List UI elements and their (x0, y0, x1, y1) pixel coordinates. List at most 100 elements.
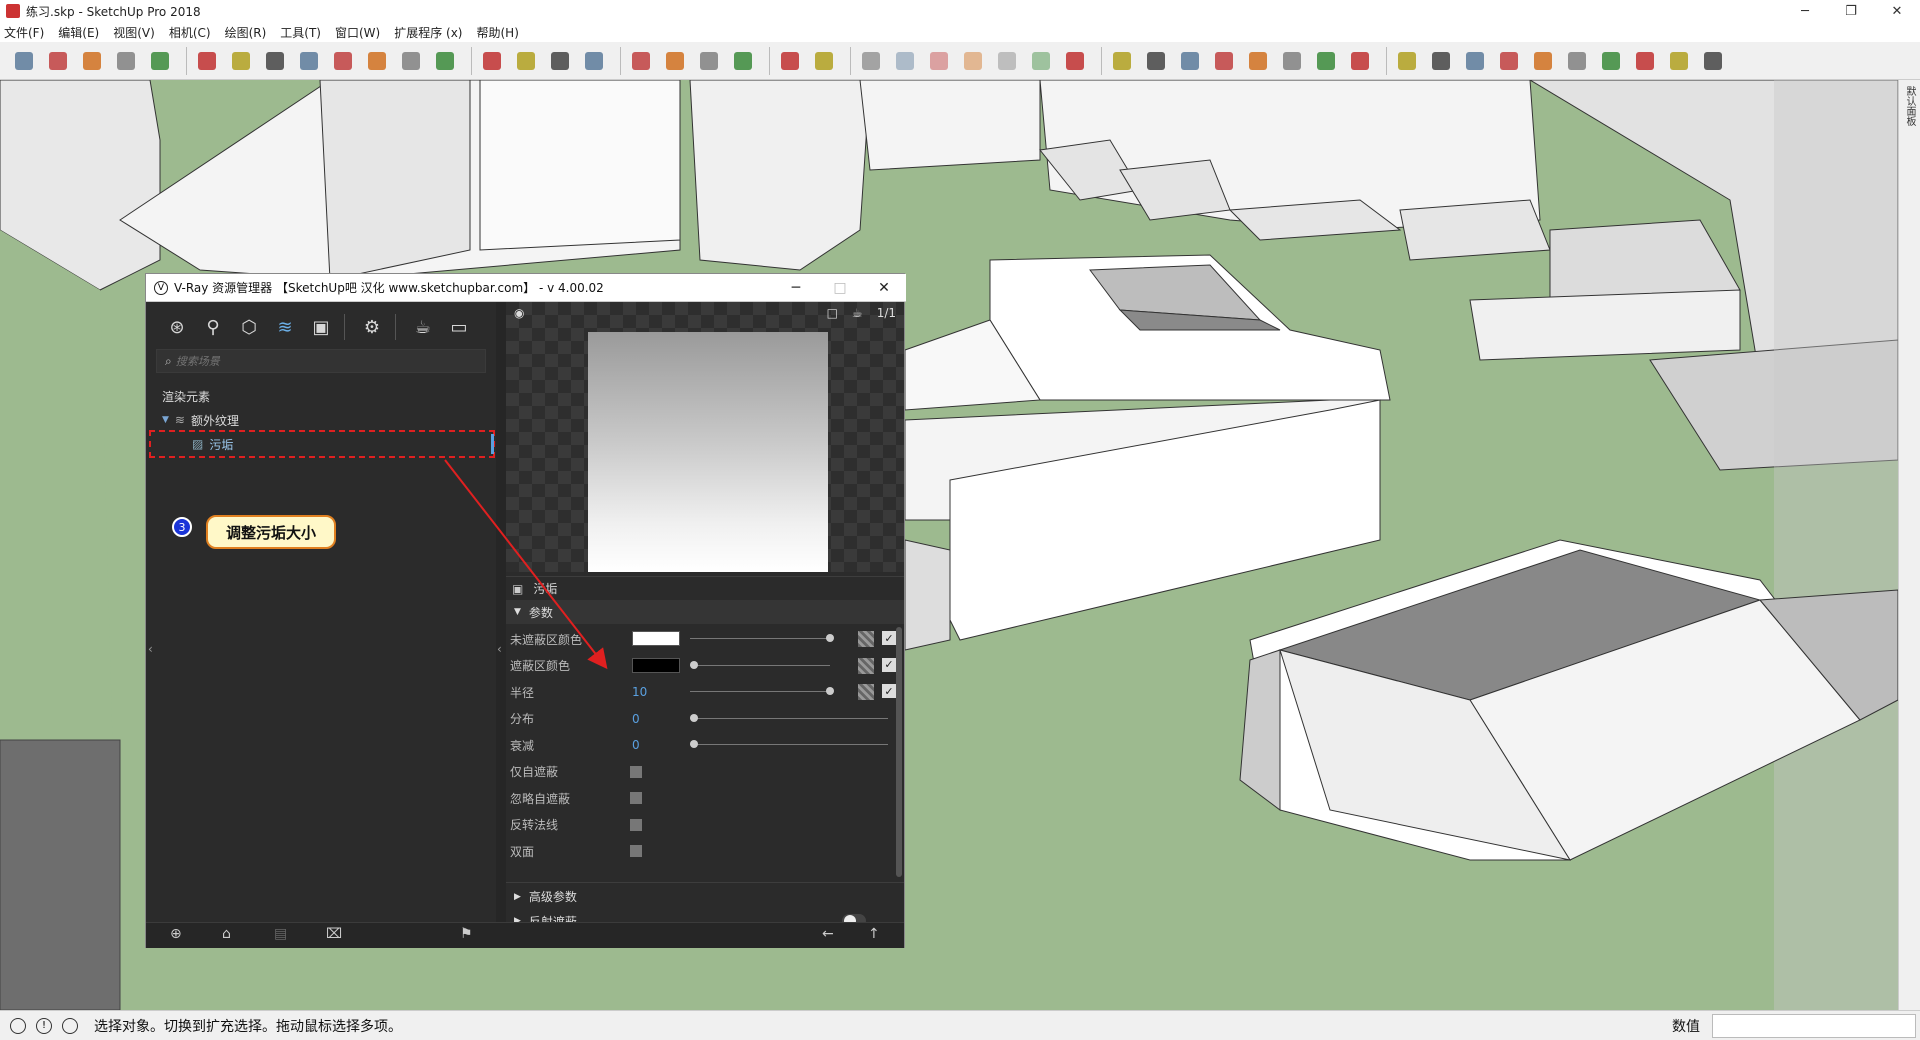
dome-light-icon[interactable] (1563, 47, 1591, 75)
default-tray-label[interactable]: 默认面板 (1901, 86, 1917, 126)
open-folder-icon[interactable]: ⌂ (222, 926, 231, 942)
select-icon[interactable] (10, 47, 38, 75)
param-slider-track[interactable] (690, 691, 830, 692)
pencil-icon[interactable] (78, 47, 106, 75)
solid-subtract-icon[interactable] (810, 47, 838, 75)
follow-me-icon[interactable] (227, 47, 255, 75)
arc-icon[interactable] (112, 47, 140, 75)
eraser-icon[interactable] (44, 47, 72, 75)
teapot-render-icon[interactable] (1142, 47, 1170, 75)
preview-ratio[interactable]: 1/1 (877, 306, 896, 320)
menu-draw[interactable]: 绘图(R) (225, 24, 267, 41)
preview-teapot-icon[interactable]: ☕ (852, 306, 863, 320)
color-swatch[interactable] (632, 657, 680, 673)
batch-icon[interactable] (1244, 47, 1272, 75)
texture-map-icon[interactable] (858, 684, 874, 700)
map-enable-checkbox[interactable]: ✓ (882, 657, 896, 672)
param-slider-track[interactable] (690, 638, 830, 639)
extension-warehouse-icon[interactable] (661, 47, 689, 75)
omni-light-icon[interactable] (1393, 47, 1421, 75)
clipper-icon[interactable] (1665, 47, 1693, 75)
collapse-right-icon[interactable]: ‹ (497, 642, 502, 656)
param-slider-knob[interactable] (826, 634, 834, 642)
solid-union-icon[interactable] (776, 47, 804, 75)
lights-tab-icon[interactable]: ⚲ (200, 314, 226, 340)
param-slider-track[interactable] (690, 744, 888, 745)
tape-measure-icon[interactable] (363, 47, 391, 75)
menu-edit[interactable]: 编辑(E) (58, 24, 99, 41)
value-input[interactable] (1712, 1014, 1916, 1038)
param-slider-track[interactable] (690, 664, 830, 666)
param-checkbox[interactable] (630, 845, 642, 857)
menu-extensions[interactable]: 扩展程序 (x) (394, 24, 462, 41)
save-icon[interactable]: ▤ (274, 926, 287, 942)
pan-icon[interactable] (512, 47, 540, 75)
param-scrollbar[interactable] (896, 627, 902, 877)
preview-square-icon[interactable]: □ (827, 306, 838, 320)
minimize-button[interactable]: ─ (1782, 0, 1828, 22)
menu-camera[interactable]: 相机(C) (169, 24, 211, 41)
param-slider-knob[interactable] (690, 713, 698, 722)
param-slider-knob[interactable] (690, 740, 698, 748)
zoom-extents-icon[interactable] (580, 47, 608, 75)
delete-icon[interactable]: ⌧ (326, 926, 342, 942)
sphere-light-icon[interactable] (1427, 47, 1455, 75)
interactive-render-icon[interactable] (1176, 47, 1204, 75)
xray-icon[interactable] (857, 47, 885, 75)
proxy-icon[interactable] (1597, 47, 1625, 75)
tree-root[interactable]: 渲染元素 (162, 384, 239, 408)
add-asset-icon[interactable]: ⊕ (170, 926, 182, 942)
geometry-tab-icon[interactable]: ⬡ (236, 314, 262, 340)
ies-light-icon[interactable] (1495, 47, 1523, 75)
region-icon[interactable] (1312, 47, 1340, 75)
push-pull-icon[interactable] (193, 47, 221, 75)
params-section-header[interactable]: ▼ 参数 (506, 600, 904, 624)
texture-map-icon[interactable] (858, 657, 874, 674)
monochrome-icon[interactable] (1027, 47, 1055, 75)
menu-view[interactable]: 视图(V) (113, 24, 155, 41)
param-value[interactable]: 0 (632, 712, 640, 726)
map-enable-checkbox[interactable]: ✓ (882, 631, 896, 645)
ruby-icon[interactable] (729, 47, 757, 75)
map-enable-checkbox[interactable]: ✓ (882, 684, 896, 698)
panel-splitter[interactable]: ‹ (496, 302, 506, 922)
infinite-plane-icon[interactable] (1699, 47, 1727, 75)
menu-tools[interactable]: 工具(T) (280, 24, 321, 41)
hidden-line-icon[interactable] (925, 47, 953, 75)
warehouse-icon[interactable] (627, 47, 655, 75)
fur-icon[interactable] (1631, 47, 1659, 75)
render-teapot-icon[interactable]: ☕ (410, 314, 436, 340)
move-icon[interactable] (261, 47, 289, 75)
render-elements-tab-icon[interactable]: ≋ (272, 314, 298, 340)
textures-tab-icon[interactable]: ▣ (308, 314, 334, 340)
rotate-icon[interactable] (295, 47, 323, 75)
collapse-left-icon[interactable]: ‹ (148, 642, 153, 656)
spot-light-icon[interactable] (1461, 47, 1489, 75)
param-slider-knob[interactable] (690, 660, 698, 669)
wireframe-icon[interactable] (891, 47, 919, 75)
param-slider-track[interactable] (690, 717, 888, 719)
frame-buffer-icon[interactable] (1210, 47, 1238, 75)
up-arrow-icon[interactable]: ↑ (868, 926, 880, 942)
user-icon[interactable] (62, 1017, 78, 1034)
info-icon[interactable]: ! (36, 1017, 52, 1034)
param-value[interactable]: 0 (632, 738, 640, 752)
vray-close-button[interactable]: ✕ (862, 274, 906, 302)
paint-bucket-icon[interactable] (431, 47, 459, 75)
param-slider-knob[interactable] (826, 687, 834, 695)
tree-group[interactable]: ▼ ≋ 额外纹理 (162, 408, 239, 432)
texture-map-icon[interactable] (858, 631, 874, 647)
text-icon[interactable] (397, 47, 425, 75)
restore-button[interactable]: ❐ (1828, 0, 1874, 22)
param-value[interactable]: 10 (632, 685, 647, 699)
menu-window[interactable]: 窗口(W) (335, 24, 380, 41)
frame-buffer-icon[interactable]: ▭ (446, 314, 472, 340)
geo-location-icon[interactable] (10, 1017, 26, 1034)
viewport-render-icon[interactable] (1278, 47, 1306, 75)
shaded-icon[interactable] (959, 47, 987, 75)
default-tray-strip[interactable]: 默认面板 (1898, 80, 1920, 1010)
zoom-icon[interactable] (546, 47, 574, 75)
param-checkbox[interactable] (630, 765, 642, 778)
back-arrow-icon[interactable]: ← (822, 926, 834, 942)
preview-eye-icon[interactable]: ◉ (514, 306, 524, 320)
